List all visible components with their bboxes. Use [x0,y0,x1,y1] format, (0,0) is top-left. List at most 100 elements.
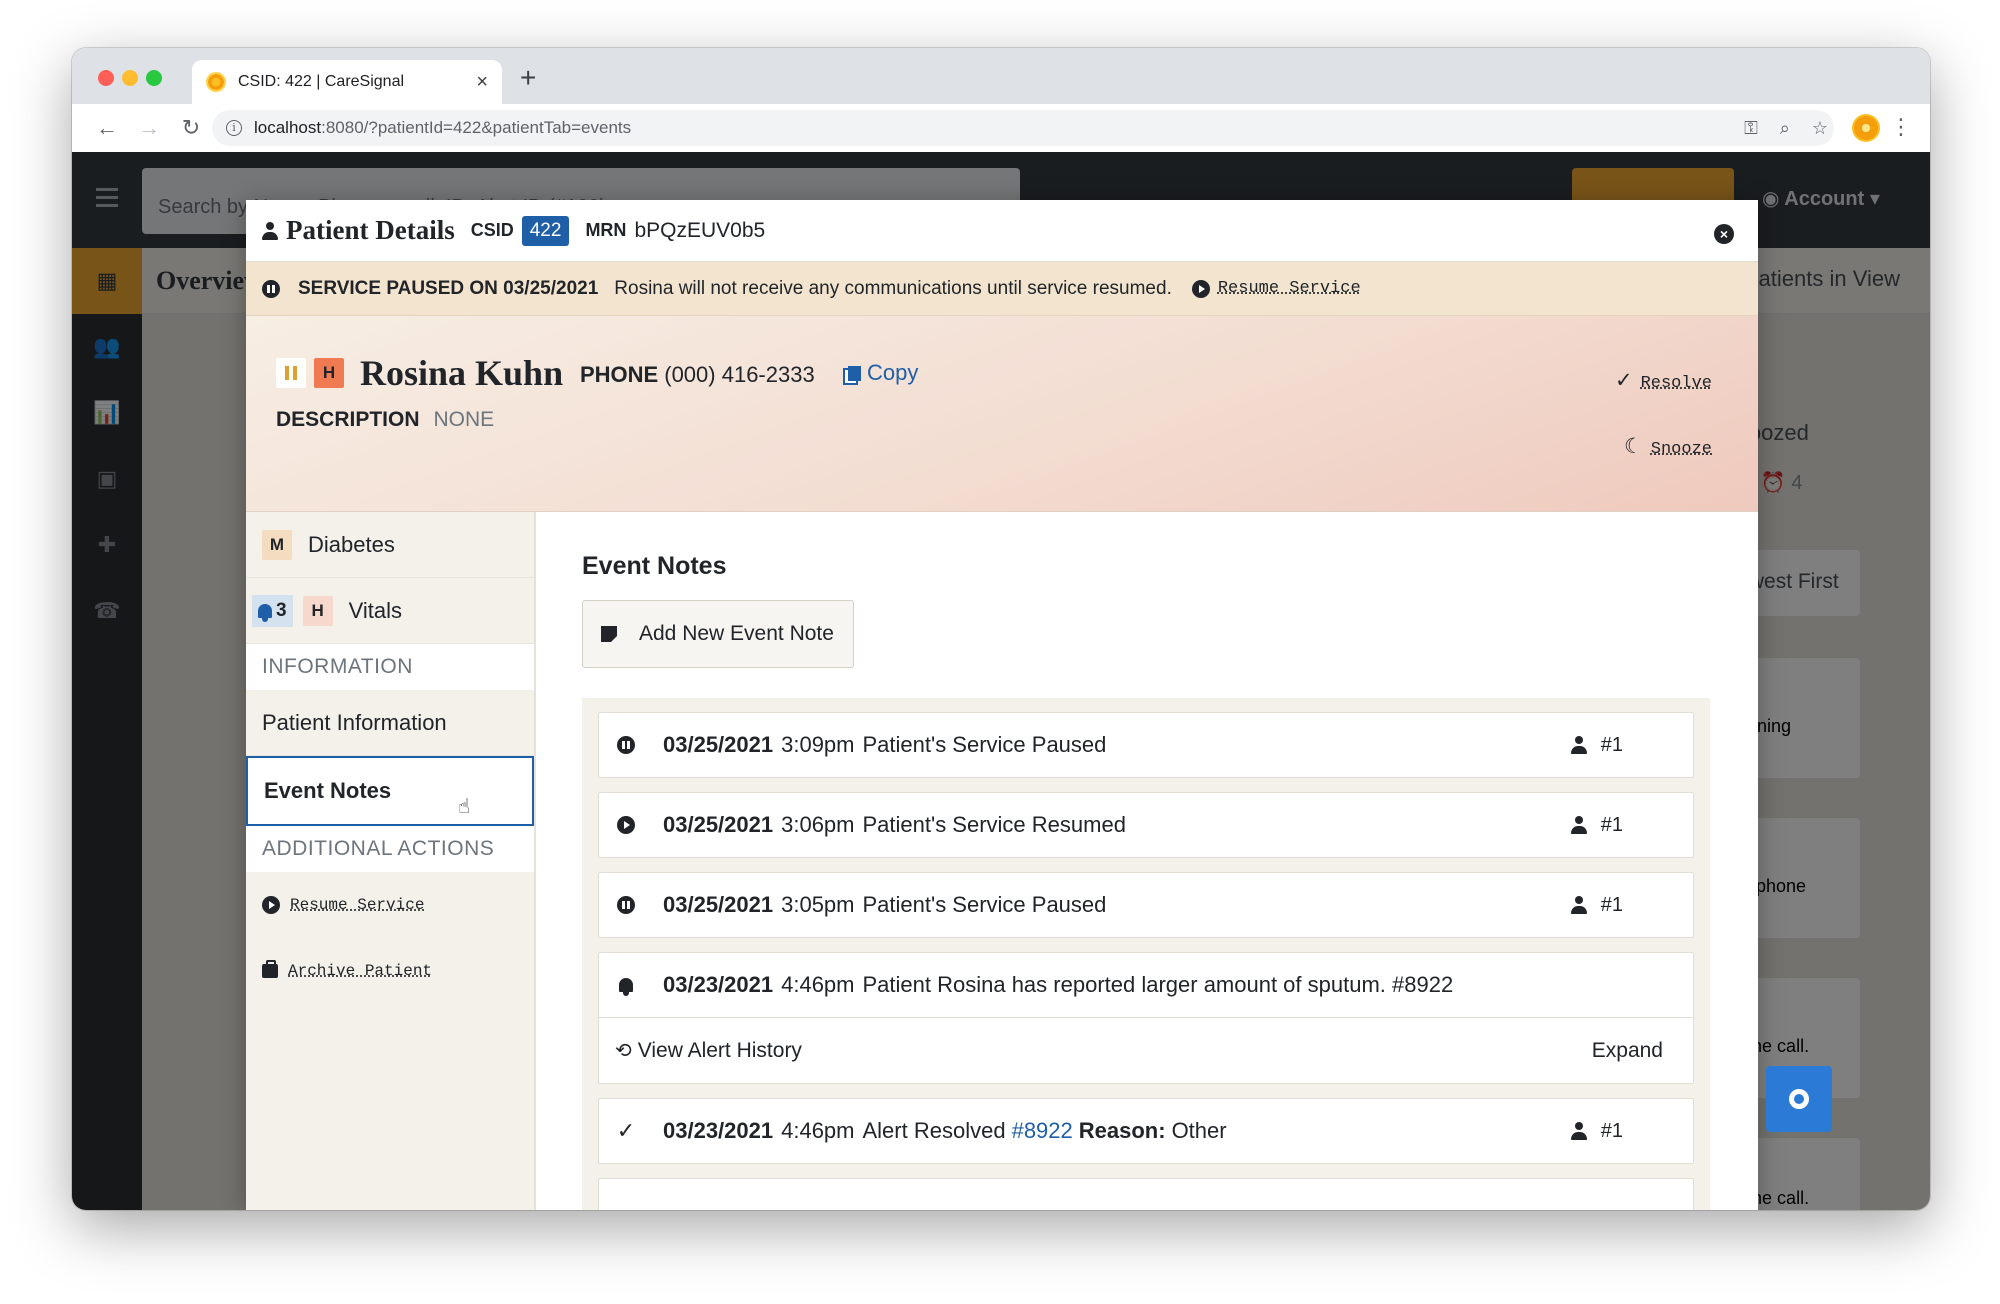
list-item: 03/25/2021 3:06pm Patient's Service Resu… [598,792,1694,858]
close-modal-icon[interactable]: × [1714,224,1734,244]
url-path: :8080/?patientId=422&patientTab=events [321,118,632,137]
reload-icon[interactable]: ↻ [170,115,212,141]
moon-icon: ☾ [1623,434,1643,458]
view-alert-history-label: View Alert History [637,1038,802,1062]
archive-patient-link[interactable]: Archive Patient [288,962,432,980]
browser-tab[interactable]: CSID: 422 | CareSignal × [192,60,502,104]
resume-service-link[interactable]: Resume Service [290,896,424,914]
alert-count: 3 [276,599,287,621]
event-text: Patient's Service Paused [862,892,1107,917]
event-row: 03/23/2021 4:46pm Patient Rosina has rep… [599,953,1693,1017]
expand-button[interactable]: Expand [1592,1039,1663,1063]
phone-label: PHONE [580,362,659,387]
person-icon [1570,896,1587,914]
list-item: 03/23/2021 4:46pm Patient Rosina has rep… [598,952,1694,1084]
play-circle-icon [1191,279,1210,298]
profile-avatar[interactable] [1852,114,1880,142]
forward-icon[interactable]: → [128,115,170,141]
event-text: Patient's Service Resumed [862,812,1126,837]
browser-toolbar: ← → ↻ i localhost:8080/?patientId=422&pa… [72,104,1930,152]
sidebar-item-patient-information[interactable]: Patient Information [246,690,534,756]
reason-label: Reason: [1078,1118,1166,1143]
program-badge: M [262,529,292,560]
sticky-note-icon [601,626,617,642]
event-text: Patient's Service Paused [862,732,1107,757]
patient-phone: PHONE (000) 416-2333 [580,362,815,388]
event-time: 3:05pm [781,892,855,917]
site-info-icon[interactable]: i [226,120,242,136]
pause-circle-icon [617,896,635,914]
event-row: 03/25/2021 3:05pm Patient's Service Paus… [599,873,1693,937]
star-icon[interactable]: ☆ [1812,118,1828,139]
program-diabetes[interactable]: M Diabetes [246,512,534,578]
event-text: Alert Resolved [862,1118,1006,1143]
event-text: Patient Rosina has reported larger amoun… [862,972,1454,997]
browser-window: CSID: 422 | CareSignal × + ← → ↻ i local… [72,48,1930,1210]
new-tab-button[interactable]: + [520,62,536,94]
sidebar-item-event-notes[interactable]: Event Notes ☝ [246,756,534,826]
sidebar-archive-patient[interactable]: Archive Patient [246,938,534,1004]
csid-label: CSID [470,220,514,240]
close-window-button[interactable] [98,70,114,86]
help-support-button[interactable] [1766,1066,1832,1132]
pause-circle-icon [262,279,280,298]
bell-icon [258,603,272,622]
patient-description: DESCRIPTION NONE [276,408,494,432]
patient-header: H Rosina Kuhn PHONE (000) 416-2333 Copy D… [246,316,1758,512]
tab-close-icon[interactable]: × [476,71,488,94]
resolve-button[interactable]: ✓ Resolve [1615,368,1712,393]
person-icon [1570,736,1587,754]
play-circle-icon [262,896,280,914]
minimize-window-button[interactable] [122,70,138,86]
program-vitals[interactable]: 3 H Vitals [246,578,534,644]
person-icon [262,221,278,240]
briefcase-icon [262,960,278,978]
additional-actions-header: ADDITIONAL ACTIONS [246,826,534,872]
modal-header: Patient Details CSID 422 MRN bPQzEUV0b5 … [246,200,1758,262]
copy-phone-button[interactable]: Copy [848,360,918,386]
banner-status: SERVICE PAUSED ON 03/25/2021 [298,277,599,299]
key-icon[interactable]: ⚿ [1744,118,1758,139]
program-badge: H [302,595,333,626]
alert-history-row[interactable]: ⟲ View Alert History Expand [599,1017,1693,1083]
menu-kebab-icon[interactable]: ⋮ [1890,114,1912,140]
person-icon [1570,816,1587,834]
list-item: ✓ 03/23/2021 4:46pm Alert Resolved #8922… [598,1098,1694,1164]
event-time: 3:06pm [781,812,855,837]
paused-badge-icon [276,358,306,388]
lifebuoy-icon [1789,1089,1809,1109]
event-notes-title: Event Notes [582,552,727,580]
resolve-label: Resolve [1640,374,1712,393]
omnibox-icons: ⚿ ⌕ ☆ [1744,110,1828,146]
modal-title: Patient Details [286,215,455,245]
patient-details-modal: Patient Details CSID 422 MRN bPQzEUV0b5 … [246,200,1758,1210]
event-date: 03/25/2021 [663,892,774,917]
service-paused-banner: SERVICE PAUSED ON 03/25/2021 Rosina will… [246,262,1758,316]
event-user-id: #1 [1600,893,1623,916]
history-icon: ⟲ [615,1040,632,1062]
tab-strip: CSID: 422 | CareSignal × + [72,48,1930,104]
maximize-window-button[interactable] [146,70,162,86]
phone-value: (000) 416-2333 [664,362,815,387]
pause-circle-icon [617,736,635,754]
check-icon: ✓ [616,1118,636,1143]
back-icon[interactable]: ← [86,115,128,141]
sidebar-resume-service[interactable]: Resume Service [246,872,534,938]
list-item: 03/25/2021 3:09pm Patient's Service Paus… [598,712,1694,778]
app-viewport: Search by Name, Phone, email, ID, Alert … [72,152,1930,1210]
url-host: localhost [254,118,322,137]
zoom-icon[interactable]: ⌕ [1780,118,1790,139]
banner-resume-service-link[interactable]: Resume Service [1218,279,1361,298]
event-time: 4:46pm [781,972,855,997]
event-user: #1 [1570,734,1623,757]
snooze-button[interactable]: ☾ Snooze [1624,434,1712,459]
list-item: 03/25/2021 3:05pm Patient's Service Paus… [598,872,1694,938]
check-icon: ✓ [1614,368,1633,392]
snooze-label: Snooze [1650,440,1712,459]
event-time: 4:46pm [781,1118,855,1143]
event-time: 3:09pm [781,732,855,757]
address-bar[interactable]: i localhost:8080/?patientId=422&patientT… [212,110,1834,146]
add-event-note-button[interactable]: Add New Event Note [582,600,854,668]
alert-id-link[interactable]: #8922 [1012,1118,1073,1144]
add-event-note-label: Add New Event Note [639,622,834,645]
